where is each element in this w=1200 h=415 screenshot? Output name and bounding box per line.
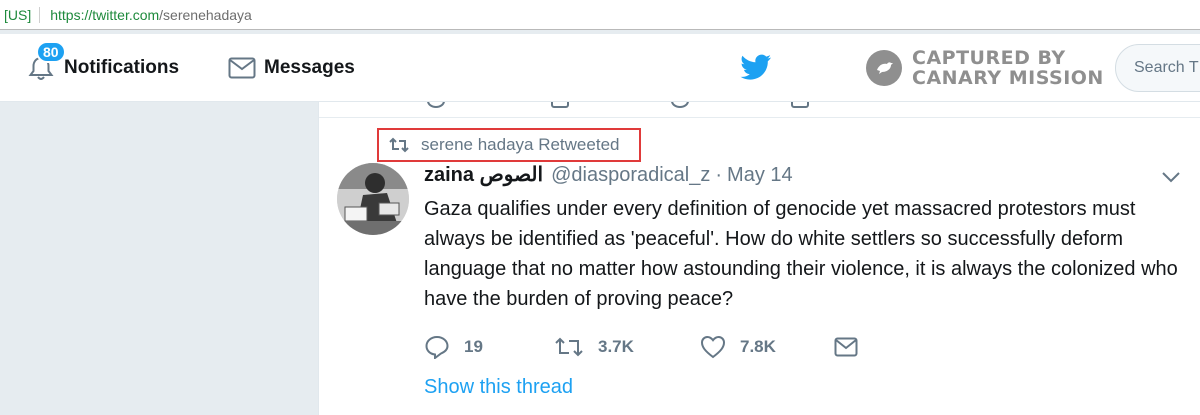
like-button[interactable]: 7.8K — [700, 335, 796, 359]
reply-button[interactable]: 19 — [424, 335, 516, 359]
canary-mission-watermark: CAPTURED BY CANARY MISSION — [866, 48, 1104, 88]
heart-icon — [700, 335, 726, 359]
browser-url-bar[interactable]: [US] https://twitter.com/serenehadaya — [0, 0, 1200, 30]
tweet-text: Gaza qualifies under every definition of… — [424, 198, 1178, 310]
watermark-line-1: CAPTURED BY — [912, 47, 1066, 69]
retweet-button[interactable]: 3.7K — [554, 336, 666, 358]
direct-message-button[interactable] — [834, 337, 872, 357]
top-navigation: 80 Notifications Messages CAPTURED BY CA… — [0, 34, 1200, 102]
dm-icon[interactable] — [791, 102, 809, 108]
header-separator: · — [715, 164, 723, 186]
retweet-context[interactable]: serene hadaya Retweeted — [377, 128, 641, 162]
previous-tweet-actions — [319, 102, 1200, 118]
dm-icon — [834, 337, 858, 357]
reply-icon — [425, 335, 449, 359]
author-name[interactable]: zaina الصوص — [424, 162, 543, 187]
url-path: /serenehadaya — [159, 6, 252, 23]
tweet-timestamp[interactable]: May 14 — [727, 164, 793, 187]
show-thread-link[interactable]: Show this thread — [424, 376, 573, 399]
tweet-actions: 19 3.7K 7.8K — [424, 332, 910, 362]
search-input[interactable]: Search T — [1115, 44, 1200, 92]
notifications-label: Notifications — [64, 57, 180, 78]
mail-icon — [228, 57, 256, 79]
nav-notifications[interactable]: 80 Notifications — [26, 34, 179, 102]
url-scheme: https:// — [50, 6, 93, 23]
bell-icon: 80 — [26, 41, 66, 83]
site-identity-badge[interactable]: [US] — [0, 7, 31, 23]
notification-count-badge: 80 — [36, 41, 66, 63]
heart-icon[interactable] — [671, 102, 689, 108]
retweet-icon — [555, 337, 583, 357]
messages-label: Messages — [264, 57, 355, 78]
chevron-down-icon[interactable] — [1161, 170, 1181, 184]
url-host: twitter.com — [92, 6, 160, 23]
reply-icon[interactable] — [427, 102, 445, 108]
nav-messages[interactable]: Messages — [228, 34, 355, 102]
canary-mission-icon — [866, 50, 902, 86]
retweet-count: 3.7K — [598, 337, 634, 356]
retweet-icon[interactable] — [551, 102, 569, 108]
twitter-bird-icon[interactable] — [740, 54, 772, 82]
retweet-context-label: serene hadaya Retweeted — [421, 135, 620, 154]
author-handle[interactable]: @diasporadical_z — [551, 164, 710, 187]
watermark-line-2: CANARY MISSION — [912, 67, 1104, 89]
tweet-header: zaina الصوص @diasporadical_z · May 14 — [424, 162, 793, 187]
retweet-icon — [389, 137, 409, 153]
timeline: serene hadaya Retweeted zaina الصوص @dia… — [318, 102, 1200, 415]
search-placeholder: Search T — [1134, 59, 1199, 76]
url-separator — [39, 6, 41, 23]
reply-count: 19 — [464, 337, 483, 356]
like-count: 7.8K — [740, 337, 776, 356]
avatar[interactable] — [337, 163, 409, 235]
